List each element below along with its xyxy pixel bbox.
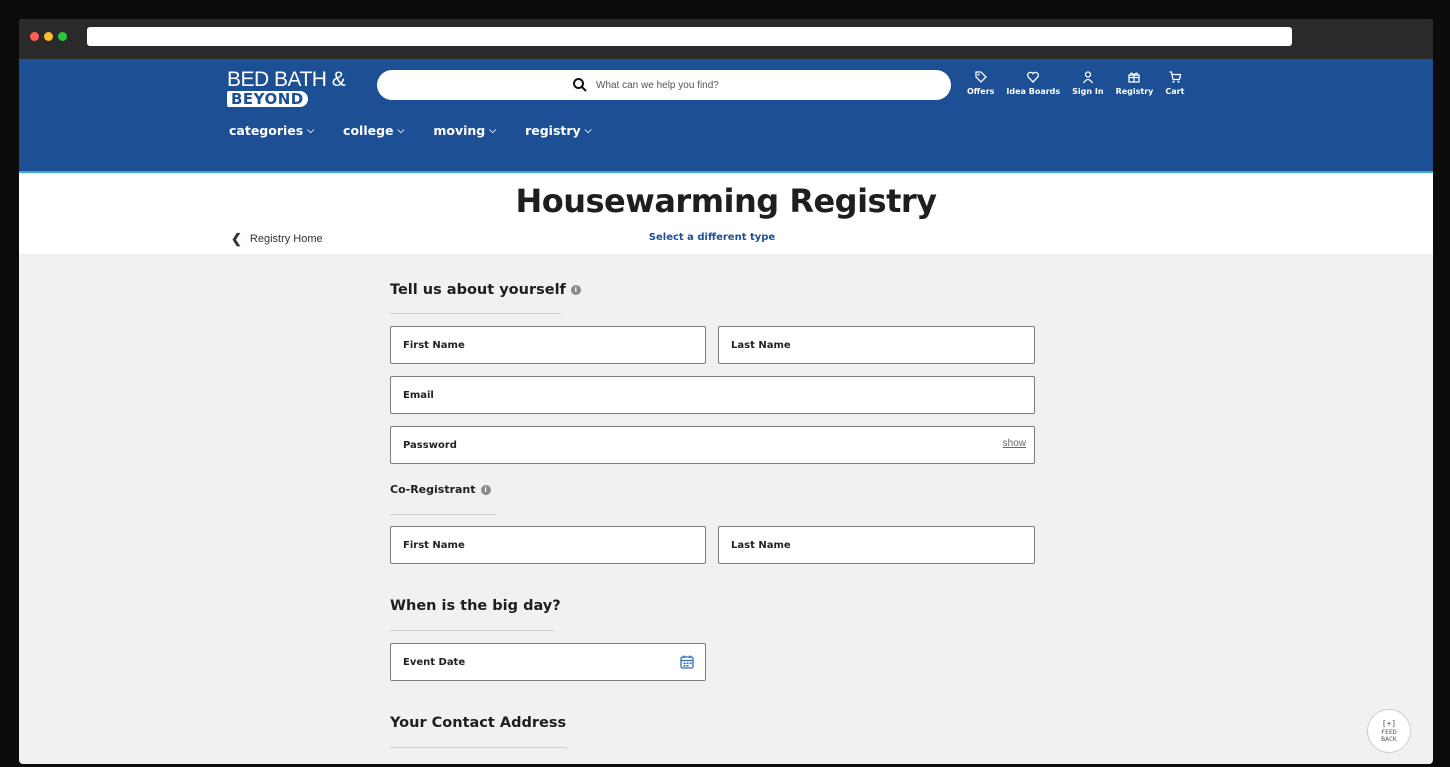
first-name-field[interactable] [390,326,706,364]
date-heading-text: When is the big day? [390,598,561,614]
show-password-toggle[interactable]: show [1003,438,1026,449]
maximize-window-button[interactable] [58,32,67,41]
last-name-input[interactable] [719,327,1034,363]
co-first-name-field[interactable] [390,526,706,564]
logo-line2: BEYOND [227,91,308,107]
password-input[interactable] [391,427,1034,463]
cart-label: Cart [1165,87,1185,96]
person-icon [1082,71,1093,84]
about-divider [390,313,561,314]
nav-categories[interactable]: categories ⌵ [229,123,314,138]
event-date-field[interactable] [390,643,706,681]
registry-label: Registry [1115,87,1154,96]
page-title: Housewarming Registry [515,182,937,220]
minimize-window-button[interactable] [44,32,53,41]
date-divider [390,630,554,631]
select-different-type-link[interactable]: Select a different type [19,232,1405,243]
co-last-name-input[interactable] [719,527,1034,563]
header-links: Offers Idea Boards Sign In Registry Cart [967,70,1196,96]
calendar-icon[interactable] [679,654,695,670]
offers-label: Offers [967,87,995,96]
last-name-field[interactable] [718,326,1035,364]
nav-categories-label: categories [229,123,304,138]
first-name-input[interactable] [391,327,705,363]
sign-in-label: Sign In [1072,87,1104,96]
info-icon[interactable]: i [480,484,491,495]
brand-logo[interactable]: BED BATH & BEYOND [227,68,346,109]
nav-moving-label: moving [433,123,486,138]
feedback-plus: [+] [1381,718,1397,728]
screenshot-frame: BED BATH & BEYOND Offers Idea Boards Sig… [0,0,1450,767]
nav-registry-label: registry [525,123,581,138]
tag-icon [975,71,987,83]
registry-link[interactable]: Registry [1115,70,1154,96]
close-window-button[interactable] [30,32,39,41]
about-heading-text: Tell us about yourself [390,282,566,298]
info-icon[interactable]: i [570,285,581,295]
site-header: BED BATH & BEYOND Offers Idea Boards Sig… [19,59,1433,173]
chevron-down-icon: ⌵ [397,125,405,136]
cart-link[interactable]: Cart [1165,70,1184,96]
page-hero: Housewarming Registry ❮ Registry Home Se… [19,175,1433,254]
nav-college[interactable]: college ⌵ [343,123,404,138]
nav-registry[interactable]: registry ⌵ [525,123,591,138]
browser-window: BED BATH & BEYOND Offers Idea Boards Sig… [19,19,1433,764]
browser-chrome [19,19,1433,59]
feedback-line2: BACK [1381,734,1397,743]
gift-icon [1128,72,1141,83]
co-last-name-field[interactable] [718,526,1035,564]
event-date-input[interactable] [391,644,705,680]
nav-moving[interactable]: moving ⌵ [433,123,496,138]
address-divider [390,747,567,748]
cart-icon [1169,71,1182,83]
search-input[interactable] [596,79,756,91]
about-heading: Tell us about yourself i [390,282,581,298]
address-heading-text: Your Contact Address [390,715,567,731]
email-field[interactable] [390,376,1035,414]
chevron-down-icon: ⌵ [489,125,497,136]
logo-line1: BED BATH & [227,68,346,91]
chevron-down-icon: ⌵ [307,125,315,136]
heart-icon [1027,71,1040,83]
email-input[interactable] [391,377,1034,413]
coregistrant-heading-text: Co-Registrant [390,483,476,496]
address-bar[interactable] [87,27,1292,46]
offers-link[interactable]: Offers [967,70,994,96]
password-field[interactable]: show [390,426,1035,464]
nav-college-label: college [343,123,394,138]
sign-in-link[interactable]: Sign In [1072,70,1104,96]
search-bar[interactable] [377,70,951,100]
address-heading: Your Contact Address [390,715,566,731]
coregistrant-divider [390,514,496,515]
date-heading: When is the big day? [390,598,561,614]
search-icon [573,78,587,92]
idea-boards-label: Idea Boards [1006,87,1061,96]
coregistrant-heading: Co-Registrant i [390,483,491,496]
idea-boards-link[interactable]: Idea Boards [1006,70,1060,96]
co-first-name-input[interactable] [391,527,705,563]
feedback-button[interactable]: [+] FEED BACK [1367,709,1411,753]
main-nav: categories ⌵ college ⌵ moving ⌵ registry ⌵ [229,123,621,138]
chevron-down-icon: ⌵ [584,125,592,136]
